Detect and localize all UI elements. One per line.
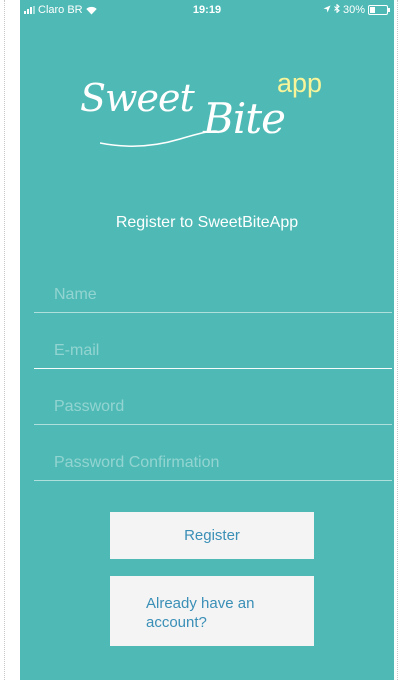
name-input[interactable] — [54, 286, 374, 304]
password-confirmation-field-container — [34, 424, 392, 481]
logo-sweet-text: Sweet — [80, 76, 195, 120]
password-field-container — [34, 368, 392, 425]
battery-percent: 30% — [342, 4, 365, 16]
email-input[interactable] — [54, 342, 374, 360]
status-bar: Claro BR 19:19 30% — [20, 0, 394, 22]
logo-app-text: app — [277, 68, 323, 98]
password-confirmation-input[interactable] — [54, 454, 374, 472]
screenshot-frame: Claro BR 19:19 30% Sweet Bite app Regist… — [0, 0, 398, 680]
battery-fill — [370, 7, 375, 13]
logo-swash — [100, 130, 219, 147]
app-screen: Claro BR 19:19 30% Sweet Bite app Regist… — [20, 0, 394, 680]
register-button[interactable]: Register — [110, 512, 314, 559]
frame-border-left — [4, 0, 5, 680]
location-icon — [323, 4, 331, 16]
battery-cap — [388, 8, 390, 12]
email-field-container — [34, 312, 392, 369]
already-have-account-label: Already have an account? — [146, 595, 255, 631]
name-field-container — [34, 256, 392, 313]
sweetbite-logo: Sweet Bite app — [80, 68, 350, 156]
already-have-account-button[interactable]: Already have an account? — [110, 576, 314, 646]
password-input[interactable] — [54, 398, 374, 416]
page-title: Register to SweetBiteApp — [115, 214, 299, 231]
status-right: 30% — [323, 3, 390, 16]
bluetooth-icon — [334, 3, 340, 16]
battery-icon — [368, 5, 390, 15]
